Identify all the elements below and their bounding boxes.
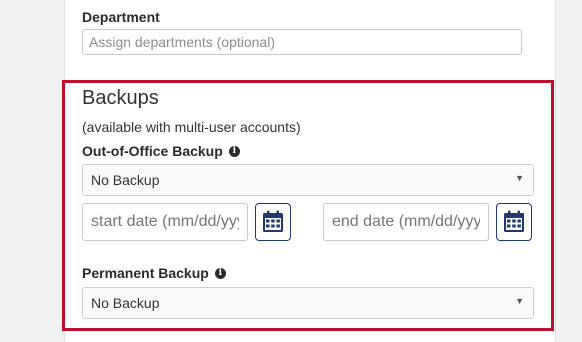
out-of-office-label-row: Out-of-Office Backup i (82, 143, 240, 159)
out-of-office-label: Out-of-Office Backup (82, 143, 223, 159)
department-input[interactable] (82, 29, 522, 55)
permanent-backup-label: Permanent Backup (82, 265, 209, 281)
permanent-backup-label-row: Permanent Backup i (82, 265, 226, 281)
end-date-calendar-button[interactable] (496, 203, 532, 241)
start-date-input[interactable] (82, 203, 248, 241)
out-of-office-selected: No Backup (91, 172, 160, 188)
backups-subtitle: (available with multi-user accounts) (82, 119, 301, 135)
end-date-input[interactable] (323, 203, 489, 241)
permanent-backup-select[interactable]: No Backup ▼ (82, 287, 534, 319)
caret-down-icon: ▼ (515, 296, 524, 306)
department-label: Department (82, 9, 160, 25)
calendar-icon (504, 210, 524, 232)
calendar-icon (263, 210, 283, 232)
permanent-backup-selected: No Backup (91, 295, 160, 311)
start-date-calendar-button[interactable] (255, 203, 291, 241)
info-icon[interactable]: i (228, 145, 240, 157)
caret-down-icon: ▼ (515, 173, 524, 183)
backups-heading: Backups (82, 87, 159, 109)
info-icon[interactable]: i (214, 267, 226, 279)
out-of-office-select[interactable]: No Backup ▼ (82, 164, 534, 196)
